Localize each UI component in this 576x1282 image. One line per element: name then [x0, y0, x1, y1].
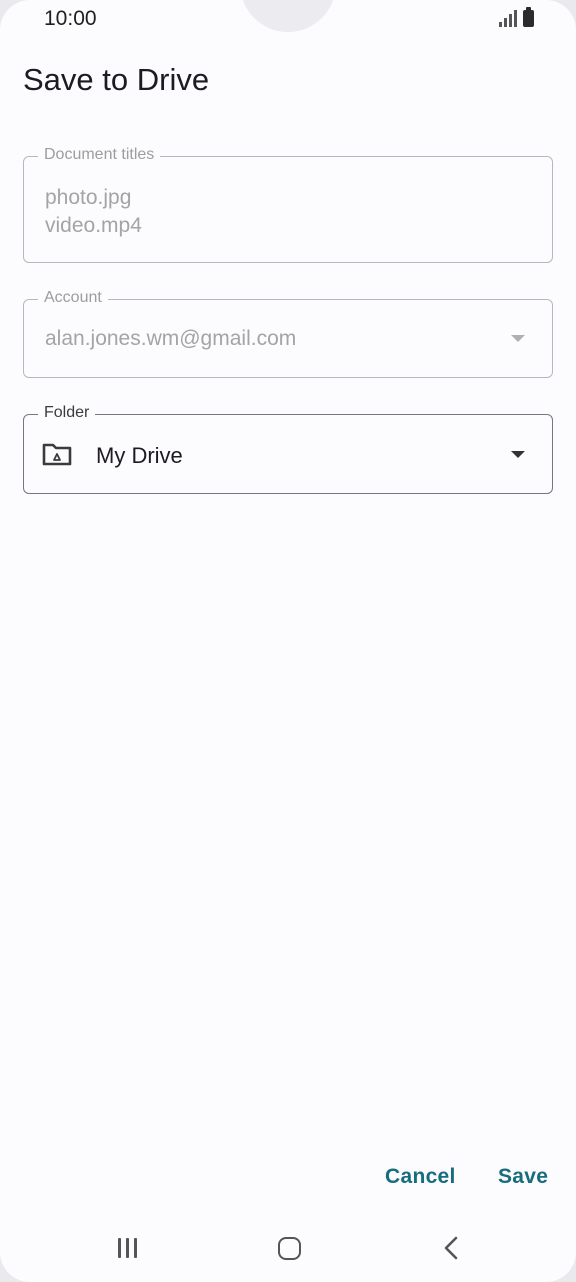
list-item: video.mp4 [45, 214, 142, 237]
battery-icon [523, 7, 534, 27]
list-item: photo.jpg [45, 186, 132, 209]
account-dropdown: Account alan.jones.wm@gmail.com [23, 289, 553, 378]
folder-value: My Drive [96, 443, 183, 468]
status-bar: 10:00 [0, 0, 576, 38]
recents-icon[interactable] [118, 1238, 137, 1258]
status-time: 10:00 [44, 7, 97, 30]
status-icons [499, 7, 534, 27]
cancel-button[interactable]: Cancel [385, 1165, 456, 1189]
document-titles-field: Document titles photo.jpg video.mp4 [23, 146, 553, 263]
page-title: Save to Drive [23, 62, 210, 97]
save-button[interactable]: Save [498, 1165, 548, 1189]
save-to-drive-screen: 10:00 Save to Drive Document titles phot… [0, 0, 576, 1282]
signal-icon [499, 9, 517, 27]
camera-notch [240, 0, 336, 32]
folder-label: Folder [38, 404, 96, 422]
account-label: Account [38, 289, 108, 307]
dropdown-caret-icon[interactable] [511, 451, 525, 458]
back-icon[interactable] [441, 1235, 461, 1261]
navigation-bar [0, 1220, 576, 1276]
document-titles-label: Document titles [38, 146, 161, 164]
account-value: alan.jones.wm@gmail.com [45, 327, 297, 350]
document-titles-list: photo.jpg video.mp4 [45, 184, 142, 240]
folder-dropdown[interactable]: Folder My Drive [23, 404, 553, 494]
drive-folder-icon [42, 443, 72, 466]
home-icon[interactable] [278, 1237, 301, 1260]
dropdown-caret-icon [511, 335, 525, 342]
